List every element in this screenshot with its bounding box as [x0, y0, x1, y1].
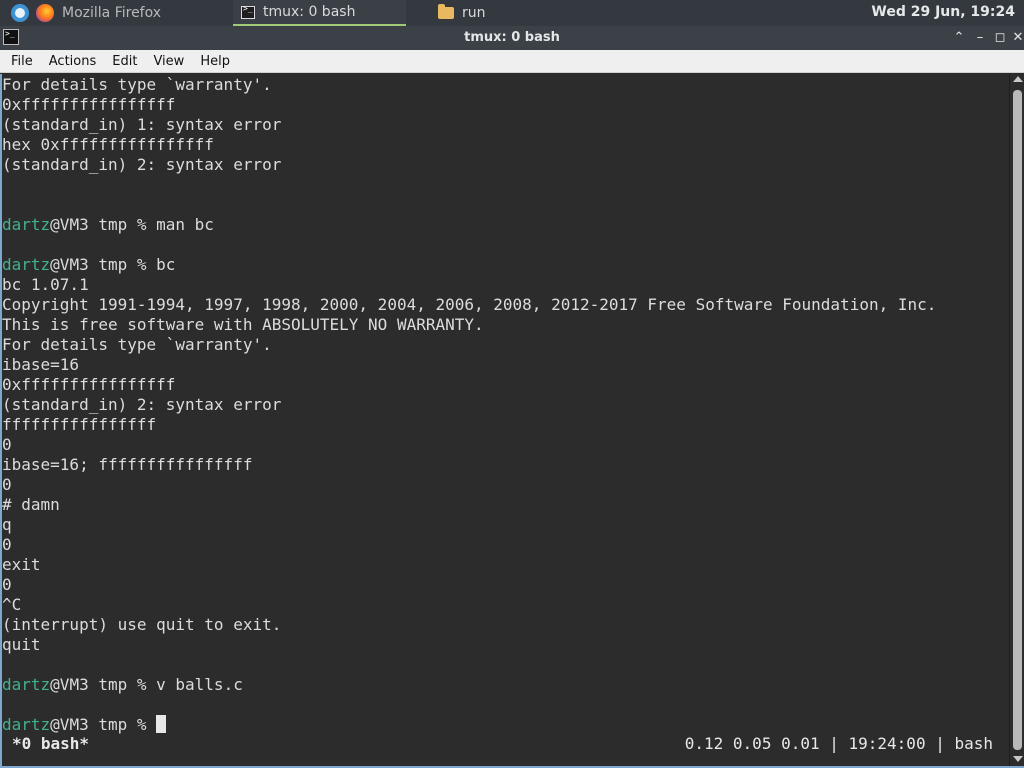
- terminal-scrollbar[interactable]: [1009, 74, 1024, 766]
- terminal-line: (interrupt) use quit to exit.: [2, 615, 282, 634]
- terminal-line: For details type `warranty'.: [2, 75, 272, 94]
- prompt-user: dartz: [2, 255, 51, 274]
- close-button[interactable]: ✕: [1008, 28, 1024, 48]
- terminal-line: dartz@VM3 tmp % man bc: [2, 215, 936, 235]
- scroll-up-arrow-icon[interactable]: [1013, 76, 1023, 82]
- top-panel: Mozilla Firefox tmux: 0 bash run Wed 29 …: [0, 0, 1024, 26]
- chevron-up-icon[interactable]: ⌃: [949, 28, 969, 48]
- menu-view[interactable]: View: [145, 54, 192, 69]
- scrollbar-thumb[interactable]: [1013, 90, 1022, 750]
- terminal-line: q: [2, 515, 12, 534]
- prompt-user: dartz: [2, 715, 51, 734]
- terminal-line: ibase=16; ffffffffffffffff: [2, 455, 253, 474]
- terminal-output: For details type `warranty'. 0xffffffffff…: [2, 75, 936, 735]
- taskbar-item-firefox[interactable]: Mozilla Firefox: [54, 0, 230, 26]
- terminal-line: ibase=16: [2, 355, 80, 374]
- terminal-line: 0xffffffffffffffff: [2, 95, 176, 114]
- terminal-line: # damn: [2, 495, 60, 514]
- prompt-text: @VM3 tmp % bc: [50, 255, 176, 274]
- terminal-line: 0: [2, 575, 12, 594]
- terminal-icon: [241, 4, 255, 19]
- tmux-status-info: 0.12 0.05 0.01 | 19:24:00 | bash: [684, 734, 993, 753]
- terminal-line: 0: [2, 535, 12, 554]
- terminal-line: dartz@VM3 tmp % bc: [2, 255, 936, 275]
- whisker-menu-icon[interactable]: [11, 4, 29, 22]
- folder-icon: [438, 4, 454, 19]
- terminal-line: ^C: [2, 595, 22, 614]
- prompt-text: @VM3 tmp % man bc: [50, 215, 214, 234]
- terminal-area[interactable]: For details type `warranty'. 0xffffffffff…: [0, 74, 1009, 766]
- terminal-line: hex 0xffffffffffffffff: [2, 135, 214, 154]
- taskbar-item-terminal[interactable]: tmux: 0 bash: [233, 0, 406, 26]
- taskbar-item-label: tmux: 0 bash: [263, 4, 356, 20]
- menu-edit[interactable]: Edit: [104, 54, 145, 69]
- prompt-text: @VM3 tmp % v balls.c: [50, 675, 243, 694]
- terminal-line: bc 1.07.1: [2, 275, 89, 294]
- terminal-line: exit: [2, 555, 41, 574]
- prompt-user: dartz: [2, 675, 51, 694]
- menu-actions[interactable]: Actions: [41, 54, 105, 69]
- scroll-down-arrow-icon[interactable]: [1013, 756, 1023, 762]
- maximize-button[interactable]: ◻: [990, 28, 1010, 48]
- panel-clock[interactable]: Wed 29 Jun, 19:24: [871, 4, 1015, 20]
- terminal-line: 0: [2, 435, 12, 454]
- terminal-line: (standard_in) 2: syntax error: [2, 395, 282, 414]
- minimize-button[interactable]: –: [970, 28, 990, 48]
- terminal-line: dartz@VM3 tmp % v balls.c: [2, 675, 936, 695]
- menu-help[interactable]: Help: [192, 54, 238, 69]
- window-titlebar[interactable]: tmux: 0 bash ⌃ – ◻ ✕: [0, 26, 1024, 50]
- prompt-text: @VM3 tmp %: [50, 715, 157, 734]
- menu-file[interactable]: File: [3, 54, 41, 69]
- taskbar-item-label: Mozilla Firefox: [62, 5, 162, 21]
- terminal-line: dartz@VM3 tmp %: [2, 715, 936, 735]
- terminal-line: 0: [2, 475, 12, 494]
- taskbar-item-label: run: [462, 5, 486, 21]
- terminal-line: (standard_in) 2: syntax error: [2, 155, 282, 174]
- taskbar-item-run[interactable]: run: [430, 0, 600, 26]
- terminal-line: For details type `warranty'.: [2, 335, 272, 354]
- terminal-line: (standard_in) 1: syntax error: [2, 115, 282, 134]
- terminal-line: ffffffffffffffff: [2, 415, 157, 434]
- firefox-launcher-icon[interactable]: [36, 4, 54, 22]
- terminal-line: quit: [2, 635, 41, 654]
- terminal-line: 0xffffffffffffffff: [2, 375, 176, 394]
- terminal-cursor: [156, 715, 167, 733]
- terminal-line: This is free software with ABSOLUTELY NO…: [2, 315, 484, 334]
- menubar: File Actions Edit View Help: [0, 50, 1024, 73]
- tmux-window-name[interactable]: *0 bash*: [12, 734, 89, 754]
- terminal-line: Copyright 1991-1994, 1997, 1998, 2000, 2…: [2, 295, 937, 314]
- tmux-status-bar: *0 bash* 0.12 0.05 0.01 | 19:24:00 | bas…: [2, 734, 1009, 754]
- window-title: tmux: 0 bash: [464, 30, 560, 45]
- prompt-user: dartz: [2, 215, 51, 234]
